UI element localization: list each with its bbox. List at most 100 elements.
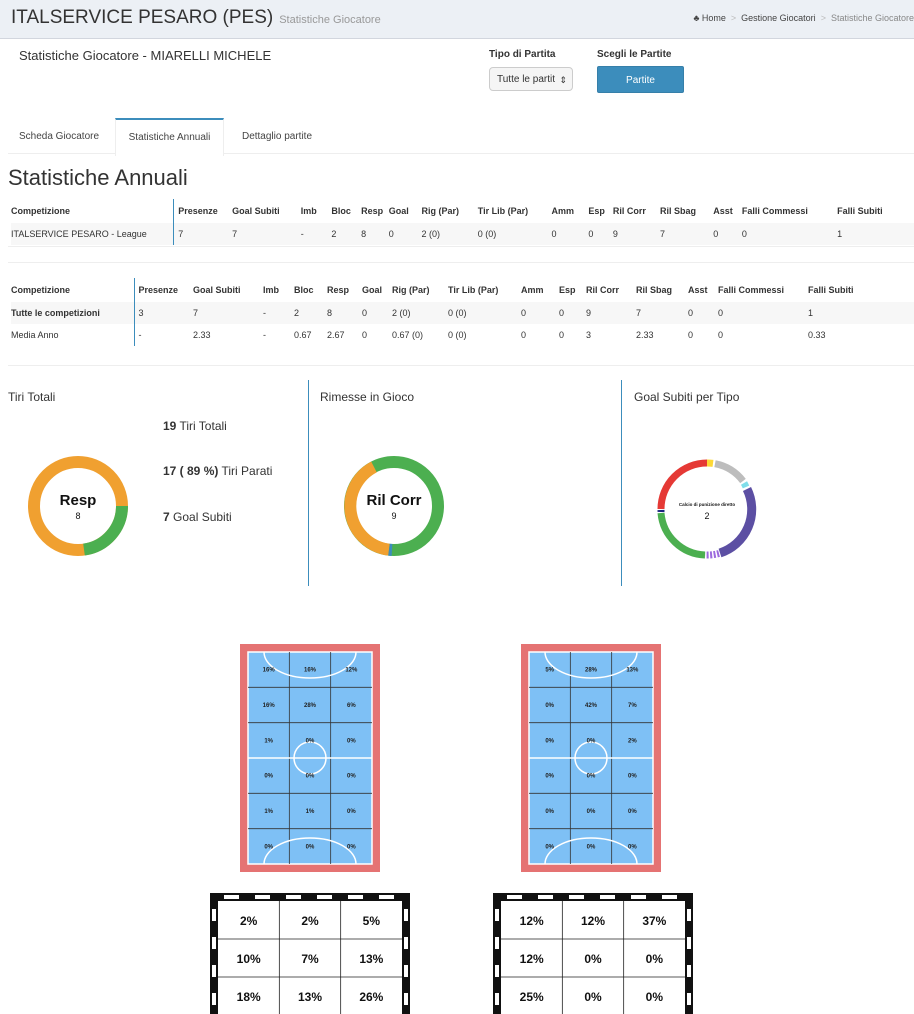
table-cell: 0 (0): [477, 229, 497, 239]
goal-zone-percentage: 10%: [237, 952, 261, 966]
tiri-donut-chart: Resp 8: [28, 456, 128, 556]
goal-map-left: 2% 2% 5% 10% 7% 13% 18% 13% 26%: [210, 893, 410, 1014]
tab-dettaglio-partite[interactable]: Dettaglio partite: [227, 118, 327, 153]
crossbar-stripe: [286, 895, 301, 899]
goal-tipo-donut-chart: Calcio di punizione diretto 2: [657, 459, 757, 559]
zone-percentage: 0%: [306, 738, 315, 744]
tiri-totali-label: Tiri Totali: [176, 419, 227, 433]
table-cell: 7: [636, 308, 642, 318]
tab-statistiche-annuali[interactable]: Statistiche Annuali: [115, 118, 224, 156]
post-stripe: [404, 909, 408, 921]
zone-percentage: 42%: [585, 703, 598, 709]
player-title: Statistiche Giocatore - MIARELLI MICHELE: [19, 48, 272, 63]
table-cell: -: [138, 330, 142, 340]
zone-percentage: 7%: [628, 703, 637, 709]
section-title: Statistiche Annuali: [8, 165, 188, 190]
table-cell: 7: [232, 229, 238, 239]
page-subtitle: Statistiche Giocatore: [279, 14, 381, 26]
table-cell: 0: [388, 229, 394, 239]
table-cell: Tutte le competizioni: [11, 302, 135, 324]
table-cell: -: [263, 330, 266, 340]
zone-percentage: 1%: [264, 738, 273, 744]
top-bar: ITALSERVICE PESARO (PES) Statistiche Gioc…: [0, 0, 914, 39]
breadcrumb-home[interactable]: Home: [702, 13, 726, 23]
column-header: Falli Commessi: [718, 285, 785, 295]
partite-button[interactable]: Partite: [597, 66, 684, 93]
column-header: Amm: [521, 285, 544, 295]
post-stripe: [687, 993, 691, 1005]
goal-zone-percentage: 12%: [520, 914, 544, 928]
post-stripe: [687, 965, 691, 977]
table-cell: 0: [688, 308, 694, 318]
zone-percentage: 0%: [306, 844, 315, 850]
post-stripe: [212, 909, 216, 921]
donut-value: 8: [75, 511, 80, 521]
app-title-text: ITALSERVICE PESARO (PES): [11, 7, 274, 28]
rimesse-donut-chart: Ril Corr 9: [344, 456, 444, 556]
goal-zone-percentage: 0%: [584, 990, 602, 1004]
column-header: Amm: [551, 206, 575, 216]
zone-percentage: 0%: [306, 774, 315, 780]
scegli-partite-label: Scegli le Partite: [597, 49, 672, 60]
goal-zone-percentage: 7%: [301, 952, 319, 966]
table-header-row: Competizione Presenze Goal Subiti Imb Bloc Re…: [11, 278, 914, 302]
column-header: Presenze: [138, 285, 179, 295]
tab-bar: Scheda Giocatore Statistiche Annuali Det…: [8, 118, 914, 156]
table-cell: 7: [193, 308, 199, 318]
table-cell: 7: [660, 229, 666, 239]
post-stripe: [495, 937, 499, 949]
table-cell: 2 (0): [421, 229, 441, 239]
divider: [8, 246, 914, 247]
donut-segment-multi: [704, 550, 720, 559]
goal-zone-percentage: 12%: [520, 952, 544, 966]
column-header: Resp: [327, 285, 350, 295]
column-header: Goal Subiti: [232, 206, 280, 216]
goal-zone-percentage: 2%: [240, 914, 258, 928]
goal-subiti-value: 7: [163, 510, 170, 524]
zone-percentage: 28%: [585, 668, 598, 674]
breadcrumb-gestione[interactable]: Gestione Giocatori: [741, 13, 816, 23]
crossbar-stripe: [348, 895, 363, 899]
column-header: Resp: [361, 206, 384, 216]
column-header: Bloc: [294, 285, 314, 295]
goal-zone-percentage: 25%: [520, 990, 544, 1004]
tiri-totali-title: Tiri Totali: [8, 390, 56, 404]
table-cell: 0.67: [294, 330, 312, 340]
table-cell: 2 (0): [392, 308, 411, 318]
column-header: Esp: [559, 285, 576, 295]
post-stripe: [212, 993, 216, 1005]
donut-segment-green: [657, 512, 706, 559]
table-cell: 2: [294, 308, 300, 318]
zone-percentage: 0%: [587, 844, 596, 850]
goal-zone-percentage: 2%: [301, 914, 319, 928]
column-header: Goal Subiti: [193, 285, 241, 295]
column-header: Falli Commessi: [741, 206, 808, 216]
table-row: Media Anno -2.33-0.67 2.67 0 0.67 (0) 0 (0) 0 0…: [11, 324, 914, 346]
column-header: Bloc: [331, 206, 351, 216]
tab-scheda-giocatore[interactable]: Scheda Giocatore: [8, 118, 110, 153]
column-header: Goal: [362, 285, 383, 295]
home-icon[interactable]: ♣: [693, 13, 699, 23]
goal-map-right: 12% 12% 37% 12% 0% 0% 25% 0% 0%: [493, 893, 693, 1014]
crossbar-stripe: [379, 895, 394, 899]
donut-label: Resp: [60, 492, 97, 509]
stats-table-totals: Competizione Presenze Goal Subiti Imb Bloc Re…: [11, 278, 914, 346]
donut-segment-purple: [718, 487, 757, 558]
zone-percentage: 1%: [306, 809, 315, 815]
column-header: Asst: [688, 285, 708, 295]
tipo-partita-select[interactable]: Tutte le partit ⇕: [489, 67, 573, 91]
table-cell: 3: [586, 330, 592, 340]
breadcrumb-separator: >: [730, 13, 737, 23]
crossbar-stripe: [569, 895, 584, 899]
column-header: Imb: [263, 285, 280, 295]
zone-percentage: 16%: [263, 703, 276, 709]
table-cell: 1: [837, 229, 843, 239]
crossbar-stripe: [317, 895, 332, 899]
court-map-left: 16% 16% 12% 16% 28% 6% 1% 0% 0% 0% 0% 0% 1% 1% 0% 0% 0% 0…: [240, 644, 380, 872]
table-cell: 2.67: [327, 330, 345, 340]
zone-percentage: 6%: [347, 703, 356, 709]
goal-zone-percentage: 0%: [646, 952, 664, 966]
table-cell: 0: [521, 330, 527, 340]
table-cell: 0: [688, 330, 694, 340]
crossbar-stripe: [538, 895, 553, 899]
